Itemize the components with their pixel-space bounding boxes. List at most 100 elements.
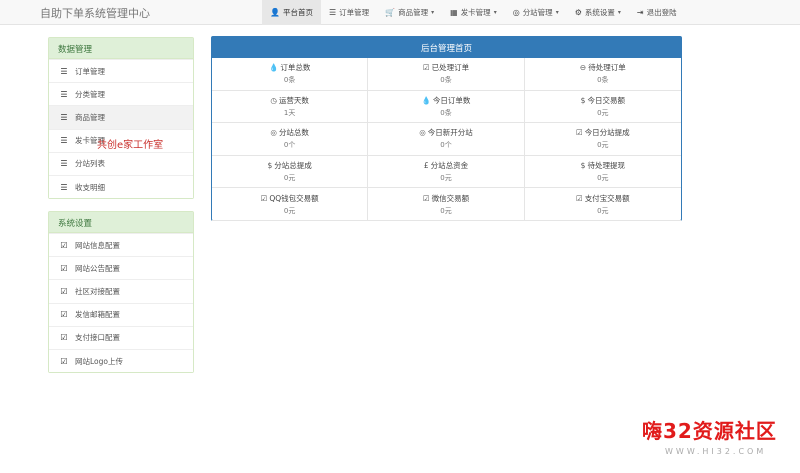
list-icon: ☰ <box>60 66 68 76</box>
sidebar-item-logo-upload[interactable]: ☑ 网站Logo上传 <box>49 348 193 373</box>
stat-value: 1天 <box>283 108 296 117</box>
list-icon: ☰ <box>328 8 337 17</box>
sidebar-item-label: 网站公告配置 <box>75 263 120 273</box>
stat-label: 支付宝交易额 <box>584 193 630 203</box>
stat-label: 分站总资金 <box>430 161 469 171</box>
sidebar-item-label: 发信邮箱配置 <box>75 310 120 320</box>
settings-panel-title: 系统设置 <box>49 212 193 233</box>
stat-value: 0个 <box>440 141 452 150</box>
top-navbar: 自助下单系统管理中心 👤 平台首页 ☰ 订单管理 🛒 商品管理 ▾ ▦ 发卡管理… <box>0 0 800 25</box>
nav-home-label: 平台首页 <box>282 8 313 17</box>
stat-total-funds: £ 分站总资金 0元 <box>368 155 525 189</box>
nav-products[interactable]: 🛒 商品管理 ▾ <box>377 0 442 25</box>
sidebar-item-label: 社区对接配置 <box>75 286 120 296</box>
sidebar-item-orders[interactable]: ☰ 订单管理 <box>49 59 193 83</box>
sidebar-item-label: 网站信息配置 <box>75 240 120 250</box>
stats-grid: 💧 订单总数 0条 ☑ 已处理订单 0条 ⊖ 待处理订单 0条 ◷ 运营天数 1天 💧 今… <box>212 58 681 221</box>
stat-value: 0元 <box>283 174 296 183</box>
stat-label: 运营天数 <box>278 95 309 105</box>
logout-icon: ⇥ <box>636 8 644 17</box>
caret-down-icon: ▾ <box>555 9 559 16</box>
stat-total-orders: 💧 订单总数 0条 <box>212 58 369 91</box>
checkbox-icon: ☑ <box>60 333 68 343</box>
list-icon: ☰ <box>60 159 68 169</box>
app-brand[interactable]: 自助下单系统管理中心 <box>40 5 150 21</box>
sidebar-item-products[interactable]: ☰ 商品管理 <box>49 105 193 129</box>
grid-icon: ▦ <box>450 8 458 17</box>
list-icon: ☰ <box>60 112 68 122</box>
stat-label: 订单总数 <box>280 63 311 73</box>
stat-pending-withdrawal: $ 待处理提现 0元 <box>524 156 681 189</box>
stat-total-commission: $ 分站总提成 0元 <box>212 155 369 189</box>
stat-label: 今日交易额 <box>587 95 625 105</box>
stat-today-commission: ☑ 今日分站提成 0元 <box>524 123 681 156</box>
clock-icon: ◷ <box>270 95 277 105</box>
sidebar-item-announcement[interactable]: ☑ 网站公告配置 <box>49 256 193 280</box>
dollar-icon: $ <box>580 95 586 105</box>
sidebar-item-label: 分类管理 <box>75 89 105 99</box>
stat-value: 0元 <box>440 206 452 215</box>
dollar-icon: $ <box>580 161 586 171</box>
globe-icon: ◎ <box>512 8 520 17</box>
checkbox-icon: ☑ <box>60 356 68 366</box>
stat-label: 今日分站提成 <box>584 128 630 138</box>
nav-logout[interactable]: ⇥ 退出登陆 <box>629 0 685 25</box>
stat-value: 0元 <box>440 174 452 183</box>
stat-label: QQ钱包交易额 <box>269 193 319 203</box>
nav-orders[interactable]: ☰ 订单管理 <box>321 0 377 25</box>
stat-pending-orders: ⊖ 待处理订单 0条 <box>524 58 681 91</box>
stat-value: 0个 <box>283 141 296 150</box>
nav-substations[interactable]: ◎ 分站管理 ▾ <box>505 0 567 25</box>
user-icon: 👤 <box>270 8 280 17</box>
sidebar-item-substations[interactable]: ☰ 分站列表 <box>49 151 193 175</box>
list-icon: ☰ <box>60 182 68 192</box>
checkbox-icon: ☑ <box>60 310 68 320</box>
stat-qq-wallet: ☑ QQ钱包交易额 0元 <box>212 188 369 221</box>
nav-settings-label: 系统设置 <box>584 8 615 17</box>
system-settings-panel: 系统设置 ☑ 网站信息配置 ☑ 网站公告配置 ☑ 社区对接配置 ☑ 发信邮箱配置… <box>48 211 194 374</box>
stat-value: 0元 <box>597 206 609 215</box>
stat-value: 0条 <box>283 76 296 85</box>
stat-label: 已处理订单 <box>431 63 470 73</box>
sidebar-item-label: 支付接口配置 <box>75 333 120 343</box>
check-square-icon: ☑ <box>260 193 268 203</box>
check-square-icon: ☑ <box>422 63 430 73</box>
checkbox-icon: ☑ <box>60 240 68 250</box>
stat-label: 分站总提成 <box>274 161 312 171</box>
nav-home[interactable]: 👤 平台首页 <box>262 0 321 25</box>
stat-label: 待处理提现 <box>587 161 625 171</box>
stat-value: 0元 <box>597 141 609 150</box>
watermark-logo: 嗨32资源社区 <box>642 419 777 443</box>
sidebar-item-finance[interactable]: ☰ 收支明细 <box>49 174 193 199</box>
stat-label: 微信交易额 <box>431 193 470 203</box>
sidebar-item-categories[interactable]: ☰ 分类管理 <box>49 82 193 106</box>
stat-value: 0元 <box>283 206 296 215</box>
check-square-icon: ☑ <box>575 128 583 138</box>
stat-new-substations: ◎ 今日新开分站 0个 <box>368 123 525 156</box>
sidebar-item-site-info[interactable]: ☑ 网站信息配置 <box>49 233 193 257</box>
dollar-icon: $ <box>267 161 273 171</box>
stat-value: 0元 <box>597 108 609 117</box>
data-panel-title: 数据管理 <box>49 38 193 59</box>
studio-overlay-text: 共创e家工作室 <box>97 140 164 151</box>
nav-cards-label: 发卡管理 <box>460 8 491 17</box>
caret-down-icon: ▾ <box>617 9 621 16</box>
sidebar-item-label: 网站Logo上传 <box>75 356 123 366</box>
globe-icon: ◎ <box>270 128 277 138</box>
list-icon: ☰ <box>60 89 68 99</box>
sidebar-item-mail[interactable]: ☑ 发信邮箱配置 <box>49 302 193 326</box>
tint-icon: 💧 <box>421 95 431 105</box>
checkbox-icon: ☑ <box>60 263 68 273</box>
nav-settings[interactable]: ⚙ 系统设置 ▾ <box>567 0 629 25</box>
nav-cards[interactable]: ▦ 发卡管理 ▾ <box>442 0 505 25</box>
sidebar-item-community[interactable]: ☑ 社区对接配置 <box>49 279 193 303</box>
check-square-icon: ☑ <box>575 193 583 203</box>
sidebar-item-payment[interactable]: ☑ 支付接口配置 <box>49 325 193 349</box>
pound-icon: £ <box>423 161 429 171</box>
sidebar-item-label: 分站列表 <box>75 159 105 169</box>
stat-alipay: ☑ 支付宝交易额 0元 <box>524 188 681 221</box>
dashboard-panel: 后台管理首页 💧 订单总数 0条 ☑ 已处理订单 0条 ⊖ 待处理订单 0条 ◷ 运营天… <box>211 36 682 221</box>
stat-today-revenue: $ 今日交易额 0元 <box>524 91 681 124</box>
stat-label: 待处理订单 <box>588 63 626 73</box>
caret-down-icon: ▾ <box>431 9 435 16</box>
